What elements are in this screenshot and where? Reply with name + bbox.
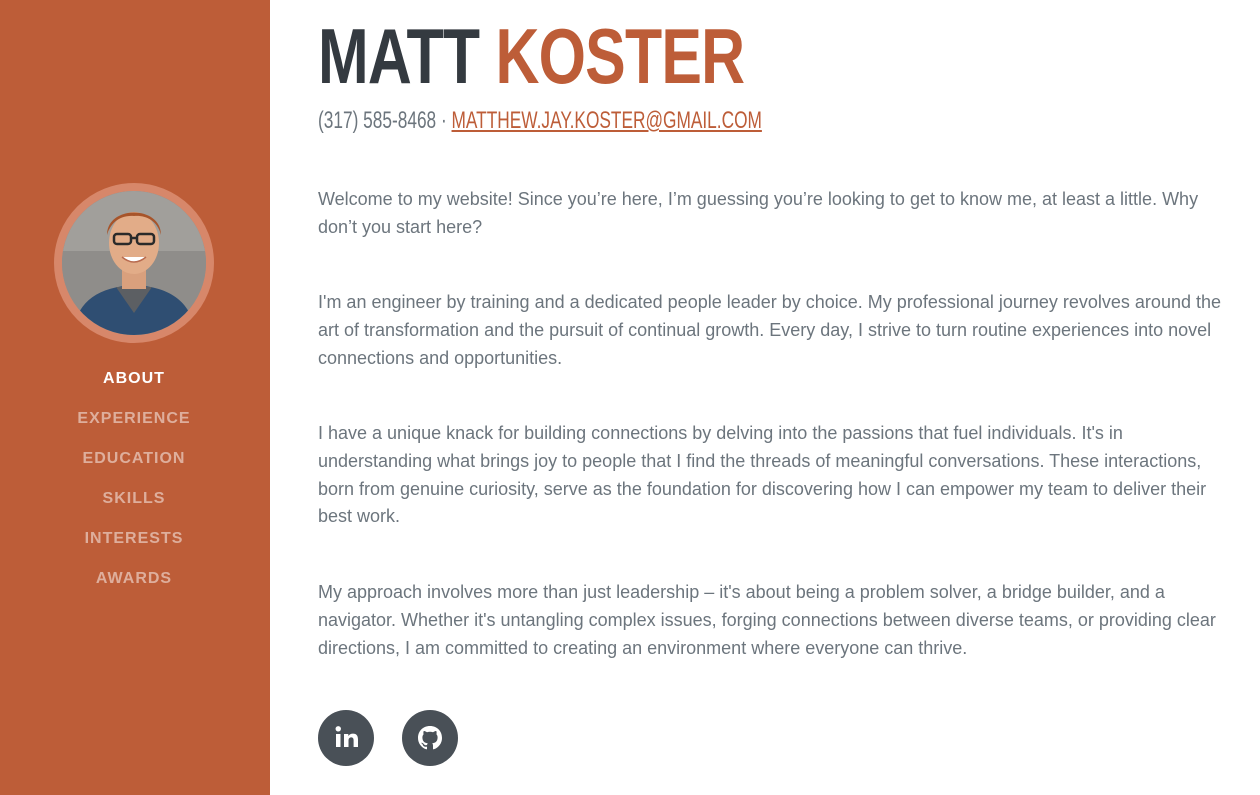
contact-separator: · xyxy=(436,107,452,134)
nav-item-experience[interactable]: EXPERIENCE xyxy=(0,402,268,442)
about-paragraph: I have a unique knack for building conne… xyxy=(318,423,1207,527)
github-button[interactable] xyxy=(402,710,458,766)
nav-item-about[interactable]: ABOUT xyxy=(0,362,268,402)
first-name: MATT xyxy=(318,12,480,100)
about-paragraph: Welcome to my website! Since you’re here… xyxy=(318,189,1199,237)
page-title: MATT KOSTER xyxy=(318,12,745,100)
sidebar: ABOUT EXPERIENCE EDUCATION SKILLS INTERE… xyxy=(0,0,270,795)
nav-item-awards[interactable]: AWARDS xyxy=(0,562,268,602)
linkedin-icon xyxy=(335,726,358,747)
profile-photo xyxy=(54,183,214,343)
profile-photo-graphic xyxy=(62,191,206,335)
linkedin-button[interactable] xyxy=(318,710,374,766)
nav-item-interests[interactable]: INTERESTS xyxy=(0,522,268,562)
nav-item-education[interactable]: EDUCATION xyxy=(0,442,268,482)
github-icon xyxy=(418,726,442,750)
about-paragraph: My approach involves more than just lead… xyxy=(318,582,1216,658)
last-name: KOSTER xyxy=(495,12,745,100)
about-paragraph: I'm an engineer by training and a dedica… xyxy=(318,292,1221,368)
contact-line: (317) 585-8468 · MATTHEW.JAY.KOSTER@GMAI… xyxy=(318,107,762,135)
email-link[interactable]: MATTHEW.JAY.KOSTER@GMAIL.COM xyxy=(452,107,762,134)
section-nav: ABOUT EXPERIENCE EDUCATION SKILLS INTERE… xyxy=(0,362,268,602)
phone-number: (317) 585-8468 xyxy=(318,107,437,134)
nav-item-skills[interactable]: SKILLS xyxy=(0,482,268,522)
